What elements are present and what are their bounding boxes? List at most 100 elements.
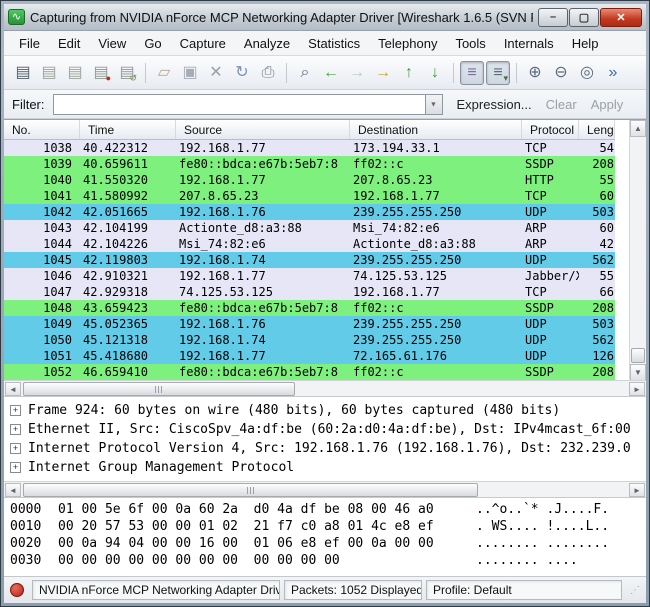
hex-offset: 0030 bbox=[10, 553, 42, 568]
apply-button[interactable]: Apply bbox=[591, 97, 624, 112]
go-to-packet-button[interactable]: → bbox=[371, 61, 395, 85]
packet-row[interactable]: 1045 42.119803 192.168.1.74 239.255.255.250… bbox=[4, 252, 615, 268]
colorize-toggle[interactable]: ≡ bbox=[460, 60, 484, 85]
column-header-source[interactable]: Source bbox=[176, 120, 350, 139]
detail-line[interactable]: + Ethernet II, Src: CiscoSpv_4a:df:be (60… bbox=[10, 420, 646, 439]
scroll-up-arrow-icon[interactable]: ▲ bbox=[630, 120, 646, 137]
hex-row[interactable]: 0020 00 0a 94 04 00 00 16 00 01 06 e8 ef … bbox=[10, 536, 646, 553]
menu-item-capture[interactable]: Capture bbox=[171, 33, 235, 54]
packet-row[interactable]: 1041 41.580992 207.8.65.23 192.168.1.77 TCP 6… bbox=[4, 188, 615, 204]
packet-row[interactable]: 1048 43.659423 fe80::bdca:e67b:5eb7:8 ff02:… bbox=[4, 300, 615, 316]
open-capture-button[interactable]: ▱ bbox=[152, 61, 176, 85]
menu-item-help[interactable]: Help bbox=[563, 33, 608, 54]
column-header-no[interactable]: No. bbox=[4, 120, 80, 139]
packet-row[interactable]: 1047 42.929318 74.125.53.125 192.168.1.77 TC… bbox=[4, 284, 615, 300]
column-header-destination[interactable]: Destination bbox=[350, 120, 522, 139]
detail-line[interactable]: + Frame 924: 60 bytes on wire (480 bits),… bbox=[10, 401, 646, 420]
save-capture-button[interactable]: ▣ bbox=[178, 61, 202, 85]
stop-capture-button[interactable]: ▤ ● bbox=[89, 61, 113, 85]
print-button[interactable]: ⎙ bbox=[256, 61, 280, 85]
horizontal-scrollbar-thumb[interactable] bbox=[23, 382, 295, 396]
filter-input[interactable] bbox=[52, 93, 425, 115]
packet-list-horizontal-scrollbar[interactable]: ◄ ► bbox=[4, 380, 646, 397]
cell-no: 1052 bbox=[43, 365, 72, 379]
packet-row[interactable]: 1043 42.104199 Actionte_d8:a3:88 Msi_74:82:… bbox=[4, 220, 615, 236]
menu-item-go[interactable]: Go bbox=[135, 33, 170, 54]
title-bar[interactable]: ∿ Capturing from NVIDIA nForce MCP Netwo… bbox=[4, 4, 646, 31]
column-header-protocol[interactable]: Protocol bbox=[522, 120, 579, 139]
list-interfaces-button[interactable]: ▤ bbox=[11, 61, 35, 85]
resize-grip-icon[interactable]: ⋰ bbox=[630, 585, 640, 596]
minimize-button[interactable]: – bbox=[538, 7, 568, 27]
packet-row[interactable]: 1038 40.422312 192.168.1.77 173.194.33.1 TCP… bbox=[4, 140, 615, 156]
find-packet-button[interactable]: ⌕ bbox=[293, 61, 317, 85]
cell-length: 503 bbox=[592, 205, 614, 219]
packet-row[interactable]: 1039 40.659611 fe80::bdca:e67b:5eb7:8 ff02:… bbox=[4, 156, 615, 172]
scroll-left-arrow-icon[interactable]: ◄ bbox=[5, 382, 21, 396]
packet-row[interactable]: 1040 41.550320 192.168.1.77 207.8.65.23 HTTP… bbox=[4, 172, 615, 188]
packet-row[interactable]: 1049 45.052365 192.168.1.76 239.255.255.250… bbox=[4, 316, 615, 332]
zoom-in-button[interactable]: ⊕ bbox=[523, 61, 547, 85]
cell-time: 41.580992 bbox=[83, 189, 149, 203]
scroll-right-arrow-icon[interactable]: ► bbox=[629, 382, 645, 396]
clear-button[interactable]: Clear bbox=[546, 97, 577, 112]
scroll-right-arrow-icon[interactable]: ► bbox=[629, 483, 645, 497]
arrow-top-icon: ↑ bbox=[405, 63, 413, 81]
expand-plus-icon[interactable]: + bbox=[10, 424, 21, 435]
packet-list-header: No.TimeSourceDestinationProtocolLength bbox=[4, 120, 615, 140]
reload-capture-button[interactable]: ↻ bbox=[230, 61, 254, 85]
vertical-scrollbar-thumb[interactable] bbox=[631, 348, 645, 363]
go-to-bottom-button[interactable]: ↓ bbox=[423, 61, 447, 85]
zoom-100-button[interactable]: ◎ bbox=[575, 61, 599, 85]
go-back-button[interactable]: ← bbox=[319, 61, 343, 85]
packet-list-vertical-scrollbar[interactable]: ▲ ▼ bbox=[629, 120, 646, 381]
autoscroll-toggle[interactable]: ≡ ▾ bbox=[486, 60, 510, 85]
go-to-top-button[interactable]: ↑ bbox=[397, 61, 421, 85]
menu-item-tools[interactable]: Tools bbox=[446, 33, 494, 54]
menu-item-analyze[interactable]: Analyze bbox=[235, 33, 299, 54]
details-horizontal-scrollbar[interactable]: ◄ ► bbox=[4, 481, 646, 498]
expression-button[interactable]: Expression... bbox=[457, 97, 532, 112]
packet-row[interactable]: 1052 46.659410 fe80::bdca:e67b:5eb7:8 ff02:… bbox=[4, 364, 615, 380]
hex-row[interactable]: 0030 00 00 00 00 00 00 00 00 00 00 00 00.… bbox=[10, 553, 646, 570]
hex-row[interactable]: 0000 01 00 5e 6f 00 0a 60 2a d0 4a df be … bbox=[10, 502, 646, 519]
horizontal-scrollbar-thumb[interactable] bbox=[23, 483, 478, 497]
scroll-down-arrow-icon[interactable]: ▼ bbox=[630, 364, 646, 381]
detail-line[interactable]: + Internet Protocol Version 4, Src: 192.1… bbox=[10, 439, 646, 458]
menu-item-edit[interactable]: Edit bbox=[49, 33, 89, 54]
restart-capture-button[interactable]: ▤ ↺ bbox=[115, 61, 139, 85]
menu-item-internals[interactable]: Internals bbox=[495, 33, 563, 54]
column-header-time[interactable]: Time bbox=[80, 120, 176, 139]
maximize-button[interactable]: ▢ bbox=[569, 7, 599, 27]
expand-plus-icon[interactable]: + bbox=[10, 405, 21, 416]
close-capture-button[interactable]: ✕ bbox=[204, 61, 228, 85]
zoom-out-button[interactable]: ⊖ bbox=[549, 61, 573, 85]
close-button[interactable]: ✕ bbox=[600, 7, 642, 27]
detail-line[interactable]: + Internet Group Management Protocol bbox=[10, 458, 646, 477]
start-capture-button[interactable]: ▤ bbox=[63, 61, 87, 85]
menu-item-statistics[interactable]: Statistics bbox=[299, 33, 369, 54]
cell-destination: 239.255.255.250 bbox=[353, 333, 462, 347]
packet-row[interactable]: 1051 45.418680 192.168.1.77 72.165.61.176 UD… bbox=[4, 348, 615, 364]
filter-dropdown-button[interactable]: ▼ bbox=[424, 93, 443, 115]
arrow-left-icon: ← bbox=[323, 63, 339, 81]
packet-row[interactable]: 1046 42.910321 192.168.1.77 74.125.53.125 Ja… bbox=[4, 268, 615, 284]
expert-info-icon[interactable] bbox=[10, 583, 24, 597]
packet-row[interactable]: 1044 42.104226 Msi_74:82:e6 Actionte_d8:a3:… bbox=[4, 236, 615, 252]
capture-options-button[interactable]: ▤ bbox=[37, 61, 61, 85]
packet-row[interactable]: 1050 45.121318 192.168.1.74 239.255.255.250… bbox=[4, 332, 615, 348]
expand-plus-icon[interactable]: + bbox=[10, 462, 21, 473]
hex-row[interactable]: 0010 00 20 57 53 00 00 01 02 21 f7 c0 a8 … bbox=[10, 519, 646, 536]
menu-item-file[interactable]: File bbox=[10, 33, 49, 54]
cell-destination: 74.125.53.125 bbox=[353, 269, 447, 283]
packet-row[interactable]: 1042 42.051665 192.168.1.76 239.255.255.250… bbox=[4, 204, 615, 220]
cell-source: 192.168.1.76 bbox=[179, 317, 266, 331]
toolbar-overflow-button[interactable]: » bbox=[601, 61, 625, 85]
cell-source: fe80::bdca:e67b:5eb7:8 bbox=[179, 301, 338, 315]
menu-item-view[interactable]: View bbox=[89, 33, 135, 54]
expand-plus-icon[interactable]: + bbox=[10, 443, 21, 454]
column-header-length[interactable]: Length bbox=[579, 120, 615, 139]
scroll-left-arrow-icon[interactable]: ◄ bbox=[5, 483, 21, 497]
go-forward-button[interactable]: → bbox=[345, 61, 369, 85]
menu-item-telephony[interactable]: Telephony bbox=[369, 33, 446, 54]
